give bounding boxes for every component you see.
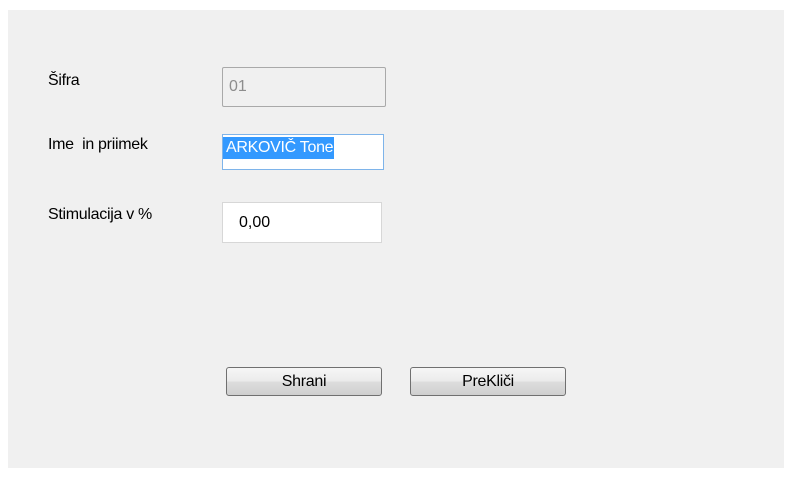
stimulation-value: 0,00 <box>239 214 271 231</box>
name-value-selected: ARKOVIČ Tone <box>223 137 335 159</box>
stimulation-label: Stimulacija v % <box>48 206 152 223</box>
cancel-button[interactable]: PreKliči <box>410 367 566 396</box>
form-panel: Šifra 01 Ime in priimek ARKOVIČ Tone Sti… <box>8 10 784 468</box>
stimulation-field[interactable]: 0,00 <box>222 202 382 243</box>
sifra-field: 01 <box>222 67 386 107</box>
sifra-label: Šifra <box>48 72 80 89</box>
sifra-value: 01 <box>229 78 247 95</box>
name-field[interactable]: ARKOVIČ Tone <box>222 134 384 170</box>
name-label: Ime in priimek <box>48 136 148 153</box>
save-button[interactable]: Shrani <box>226 367 382 396</box>
